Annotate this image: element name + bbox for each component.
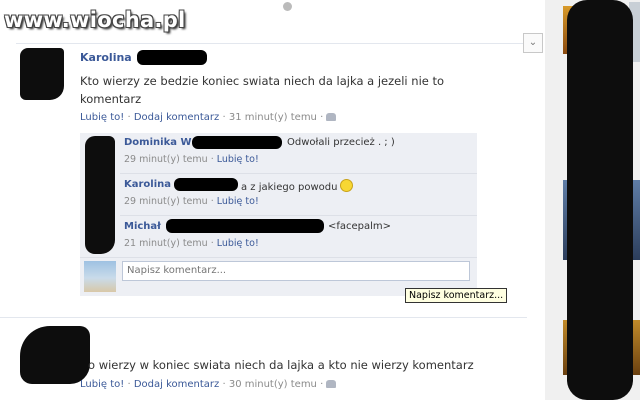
timestamp[interactable]: 21 minut(y) temu <box>124 238 208 249</box>
add-comment-link[interactable]: Dodaj komentarz <box>134 112 219 123</box>
watermark: www.wiocha.pl <box>4 8 186 32</box>
divider <box>80 257 477 258</box>
chevron-down-icon: ⌄ <box>528 37 538 48</box>
post-text-line1: Kto wierzy ze bedzie koniec swiata niech… <box>80 74 445 88</box>
smile-icon <box>340 179 354 192</box>
like-link[interactable]: Lubię to! <box>80 112 124 123</box>
like-link[interactable]: Lubię to! <box>217 154 259 165</box>
timestamp[interactable]: 30 minut(y) temu <box>229 379 317 390</box>
people-icon <box>326 380 337 388</box>
post-author[interactable]: Karolina <box>80 51 132 64</box>
avatar[interactable] <box>20 326 90 384</box>
add-comment-link[interactable]: Dodaj komentarz <box>134 379 219 390</box>
post-text: o wierzy w koniec swiata niech da lajka … <box>88 358 474 372</box>
people-icon <box>326 113 337 121</box>
avatar[interactable] <box>85 136 115 254</box>
redaction-mark <box>192 136 282 149</box>
comment-author[interactable]: Dominika W <box>124 137 191 148</box>
comment-meta: 21 minut(y) temu · Lubię to! <box>124 238 259 249</box>
divider <box>0 317 527 318</box>
sidebar <box>545 0 640 400</box>
comment-text: <facepalm> <box>328 221 392 232</box>
like-link[interactable]: Lubię to! <box>80 379 124 390</box>
post-options-button[interactable]: ⌄ <box>523 33 543 53</box>
redaction-mark <box>567 0 633 400</box>
comment-author[interactable]: Michał <box>124 221 161 232</box>
divider <box>120 173 477 174</box>
tooltip: Napisz komentarz... <box>405 288 508 303</box>
comment-meta: 29 minut(y) temu · Lubię to! <box>124 154 259 165</box>
comment-input[interactable] <box>122 261 470 281</box>
divider <box>120 215 477 216</box>
avatar[interactable] <box>20 48 64 100</box>
comment-thread: Dominika W Odwołali przecież . ; ) 29 mi… <box>80 133 477 296</box>
redaction-mark <box>166 219 324 233</box>
comment-meta: 29 minut(y) temu · Lubię to! <box>124 196 259 207</box>
like-link[interactable]: Lubię to! <box>217 238 259 249</box>
comment-author[interactable]: Karolina <box>124 179 171 190</box>
timestamp[interactable]: 29 minut(y) temu <box>124 154 208 165</box>
like-link[interactable]: Lubię to! <box>217 196 259 207</box>
post-meta: Lubię to! · Dodaj komentarz · 30 minut(y… <box>80 379 337 390</box>
divider <box>16 43 527 44</box>
redaction-mark <box>174 178 238 191</box>
redaction-mark <box>137 50 207 65</box>
comment-text: a z jakiego powodu <box>241 179 354 193</box>
post-meta: Lubię to! · Dodaj komentarz · 31 minut(y… <box>80 112 337 123</box>
avatar <box>84 261 116 292</box>
globe-icon <box>283 2 292 11</box>
comment-text: Odwołali przecież . ; ) <box>287 137 395 148</box>
post-text-line2: komentarz <box>80 92 142 106</box>
timestamp[interactable]: 29 minut(y) temu <box>124 196 208 207</box>
news-feed: Karolina ⌄ Kto wierzy ze bedzie koniec s… <box>0 0 545 400</box>
timestamp[interactable]: 31 minut(y) temu <box>229 112 317 123</box>
